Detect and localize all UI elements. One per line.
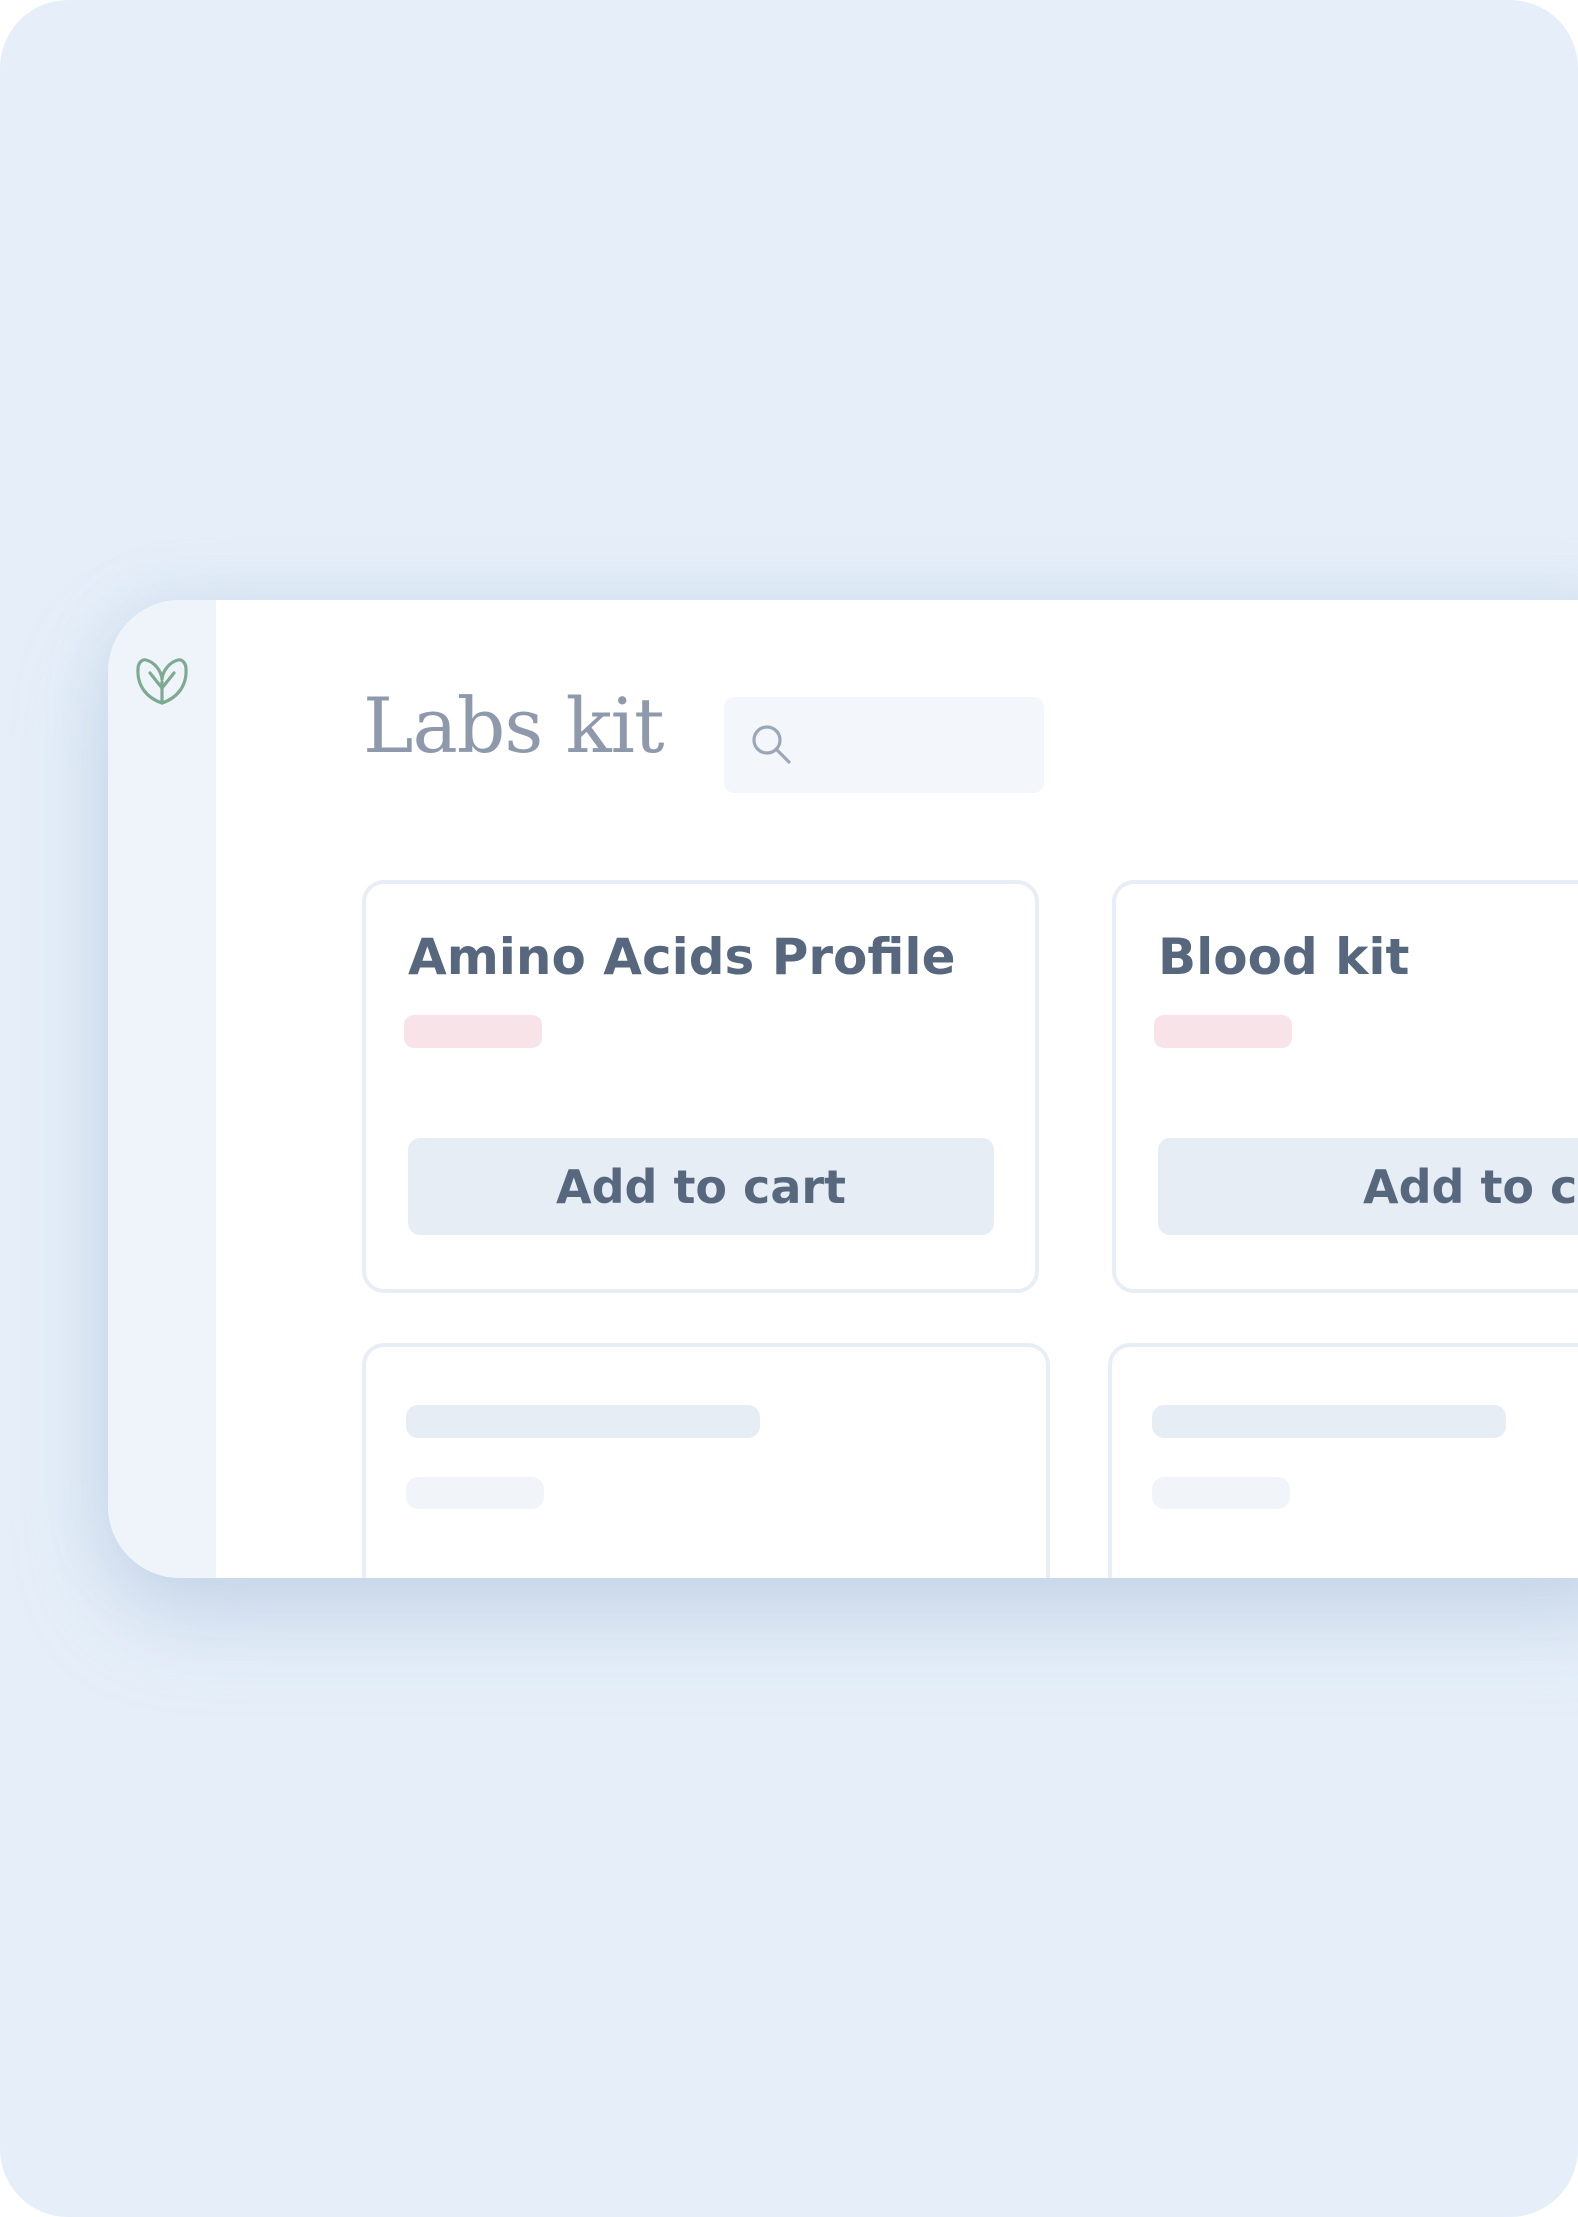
product-card: Amino Acids Profile Add to cart: [362, 880, 1039, 1293]
skeleton-badge: [1152, 1477, 1290, 1509]
leaf-heart-icon[interactable]: [133, 652, 191, 708]
page-title: Labs kit: [363, 681, 664, 770]
status-badge: [1154, 1015, 1292, 1048]
app-window: Labs kit Amino Acids Profile Add to cart…: [108, 600, 1578, 1578]
skeleton-badge: [406, 1477, 544, 1509]
search-icon: [752, 725, 791, 764]
product-card-placeholder: [362, 1343, 1050, 1578]
skeleton-title: [406, 1405, 760, 1438]
status-badge: [404, 1015, 542, 1048]
product-title: Blood kit: [1158, 928, 1410, 986]
sidebar: [108, 600, 216, 1578]
product-card: Blood kit Add to cart: [1112, 880, 1578, 1293]
page-frame: Labs kit Amino Acids Profile Add to cart…: [0, 0, 1578, 2217]
search-input[interactable]: [724, 697, 1044, 793]
add-to-cart-button[interactable]: Add to cart: [408, 1138, 994, 1235]
product-title: Amino Acids Profile: [408, 928, 956, 986]
product-card-placeholder: [1108, 1343, 1578, 1578]
main-content: Labs kit Amino Acids Profile Add to cart…: [216, 600, 1578, 1578]
add-to-cart-button[interactable]: Add to cart: [1158, 1138, 1578, 1235]
skeleton-title: [1152, 1405, 1506, 1438]
